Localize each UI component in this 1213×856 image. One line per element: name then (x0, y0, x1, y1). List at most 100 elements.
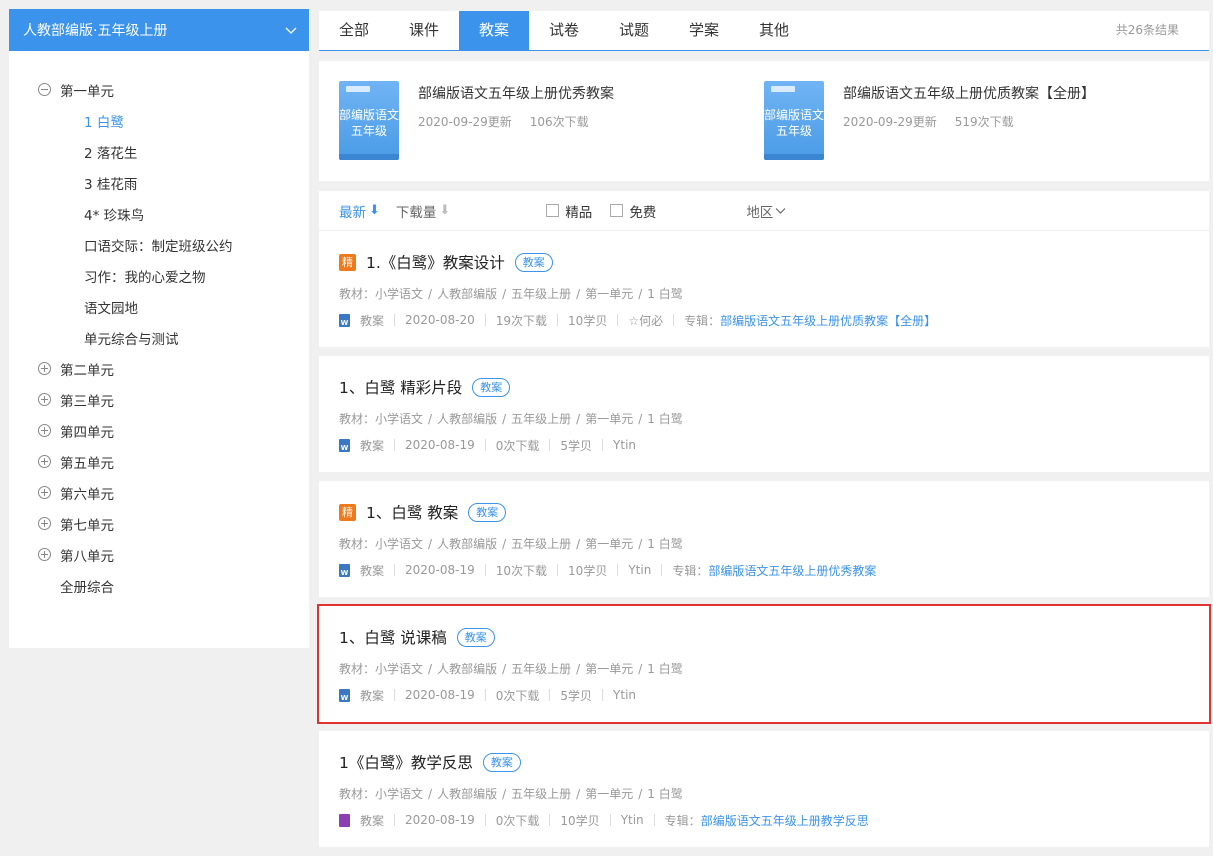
sort-down-icon: ⬇ (369, 203, 380, 218)
featured-albums: 部编版语文五年级 部编版语文五年级上册优秀教案 2020-09-29更新 106次… (319, 61, 1209, 181)
result-title[interactable]: 1、白鹭 精彩片段 (339, 376, 462, 398)
breadcrumb: 教材：小学语文 / 人教部编版 / 五年级上册 / 第一单元/1 白鹭 (339, 537, 683, 551)
tree-unit-2[interactable]: 第二单元 (9, 353, 309, 384)
checkbox-icon[interactable] (610, 204, 624, 217)
tree-unit-1[interactable]: 第一单元 (9, 74, 309, 105)
album-cover-title: 部编版语文五年级 (339, 108, 400, 138)
tree-unit-6[interactable]: 第六单元 (9, 477, 309, 508)
tree-unit-7[interactable]: 第七单元 (9, 508, 309, 539)
filter-bar: 最新 ⬇ 下载量 ⬇ 精品 免费 地区 (319, 191, 1209, 231)
type-tag: 教案 (514, 252, 553, 272)
tree-lesson-writing[interactable]: 习作：我的心爱之物 (9, 260, 309, 291)
tree-unit-3[interactable]: 第三单元 (9, 384, 309, 415)
result-item[interactable]: 1《白鹭》教学反思 教案 教材：小学语文 / 人教部编版 / 五年级上册 / 第一单元/1 … (319, 731, 1209, 847)
featured-album[interactable]: 部编版语文五年级 部编版语文五年级上册优秀教案 2020-09-29更新 106次… (339, 81, 614, 160)
breadcrumb: 教材：小学语文 / 人教部编版 / 五年级上册 / 第一单元/1 白鹭 (339, 662, 683, 676)
tree-unit-label: 第一单元 (60, 83, 114, 100)
word-icon (339, 688, 350, 702)
expand-icon[interactable] (38, 362, 51, 375)
tree-lesson-2[interactable]: 2 落花生 (9, 136, 309, 167)
tree-unit-label: 第四单元 (60, 424, 114, 441)
album-updated: 2020-09-29更新 (843, 115, 937, 129)
type-tag: 教案 (468, 502, 507, 522)
result-meta: 教案 2020-08-19 0次下载 5学贝 Ytin (339, 437, 636, 453)
sort-downloads[interactable]: 下载量 ⬇ (396, 201, 450, 221)
tab-other[interactable]: 其他 (739, 11, 809, 50)
tree-unit-label: 第七单元 (60, 517, 114, 534)
type-tag: 教案 (456, 627, 495, 647)
onenote-icon (339, 813, 350, 827)
expand-icon[interactable] (38, 548, 51, 561)
album-cover-title: 部编版语文五年级 (764, 108, 825, 138)
textbook-selector[interactable]: 人教部编版·五年级上册 (9, 9, 309, 51)
word-icon (339, 563, 350, 577)
result-item[interactable]: 精 1.《白鹭》教案设计 教案 教材：小学语文 / 人教部编版 / 五年级上册 / 第一单元… (319, 231, 1209, 347)
result-meta: 教案 2020-08-19 10次下载 10学贝 Ytin 专辑：部编版语文五年… (339, 562, 876, 578)
result-title[interactable]: 1、白鹭 教案 (366, 501, 458, 523)
album-title[interactable]: 部编版语文五年级上册优质教案【全册】 (843, 83, 1095, 105)
free-checkbox[interactable]: 免费 (610, 201, 656, 221)
expand-icon[interactable] (38, 486, 51, 499)
type-tag: 教案 (472, 377, 511, 397)
result-meta: 教案 2020-08-19 0次下载 10学贝 Ytin 专辑： 部编版语文五年级… (339, 812, 869, 828)
result-meta: 教案 2020-08-20 19次下载 10学贝 ☆何必 专辑：部编版语文五年级… (339, 312, 936, 328)
tree-unit-label: 第六单元 (60, 486, 114, 503)
tree-unit-label: 第二单元 (60, 362, 114, 379)
tree-unit-5[interactable]: 第五单元 (9, 446, 309, 477)
tree-lesson-garden[interactable]: 语文园地 (9, 291, 309, 322)
textbook-selector-label: 人教部编版·五年级上册 (23, 23, 168, 39)
album-link[interactable]: 部编版语文五年级上册优秀教案 (708, 562, 876, 579)
tree-unit-4[interactable]: 第四单元 (9, 415, 309, 446)
result-meta: 教案 2020-08-19 0次下载 5学贝 Ytin (339, 687, 636, 703)
album-link[interactable]: 部编版语文五年级上册教学反思 (701, 812, 869, 829)
expand-icon[interactable] (38, 517, 51, 530)
album-title[interactable]: 部编版语文五年级上册优秀教案 (418, 83, 614, 105)
expand-icon[interactable] (38, 424, 51, 437)
tree-lesson-oral[interactable]: 口语交际：制定班级公约 (9, 229, 309, 260)
album-updated: 2020-09-29更新 (418, 115, 512, 129)
result-title[interactable]: 1.《白鹭》教案设计 (366, 251, 505, 273)
tree-unit-label: 第八单元 (60, 548, 114, 565)
result-item[interactable]: 精 1、白鹭 教案 教案 教材：小学语文 / 人教部编版 / 五年级上册 / 第一单元/1 … (319, 481, 1209, 597)
result-item[interactable]: 1、白鹭 精彩片段 教案 教材：小学语文 / 人教部编版 / 五年级上册 / 第一单元/1 … (319, 356, 1209, 472)
word-icon (339, 313, 350, 327)
tree-lesson-1[interactable]: 1 白鹭 (9, 105, 309, 136)
album-cover[interactable]: 部编版语文五年级 (339, 81, 399, 160)
album-downloads: 106次下载 (529, 115, 589, 129)
premium-badge: 精 (339, 253, 356, 271)
logo-icon (346, 86, 370, 92)
result-title[interactable]: 1《白鹭》教学反思 (339, 751, 473, 773)
album-cover[interactable]: 部编版语文五年级 (764, 81, 824, 160)
region-dropdown[interactable]: 地区 (746, 201, 786, 221)
premium-checkbox[interactable]: 精品 (546, 201, 592, 221)
collapse-icon[interactable] (38, 83, 51, 96)
tree-lesson-3[interactable]: 3 桂花雨 (9, 167, 309, 198)
sort-down-icon: ⬇ (439, 203, 451, 218)
word-icon (339, 438, 350, 452)
tree-unit-8[interactable]: 第八单元 (9, 539, 309, 570)
result-title[interactable]: 1、白鹭 说课稿 (339, 626, 447, 648)
expand-icon[interactable] (38, 393, 51, 406)
tab-exam[interactable]: 试卷 (529, 11, 599, 50)
breadcrumb: 教材：小学语文 / 人教部编版 / 五年级上册 / 第一单元/1 白鹭 (339, 412, 683, 426)
tab-study-plan[interactable]: 学案 (669, 11, 739, 50)
checkbox-icon[interactable] (546, 204, 560, 217)
logo-icon (771, 86, 795, 92)
tree-unit-all[interactable]: 全册综合 (9, 570, 309, 601)
breadcrumb: 教材：小学语文 / 人教部编版 / 五年级上册 / 第一单元/1 白鹭 (339, 287, 683, 301)
tree-lesson-test[interactable]: 单元综合与测试 (9, 322, 309, 353)
album-link[interactable]: 部编版语文五年级上册优质教案【全册】 (720, 312, 936, 329)
sort-latest[interactable]: 最新 ⬇ (339, 201, 380, 221)
tab-all[interactable]: 全部 (319, 11, 389, 50)
breadcrumb: 教材：小学语文 / 人教部编版 / 五年级上册 / 第一单元/1 白鹭 (339, 787, 683, 801)
tab-lesson-plan[interactable]: 教案 (459, 11, 529, 50)
tab-questions[interactable]: 试题 (599, 11, 669, 50)
result-item-selected[interactable]: 1、白鹭 说课稿 教案 教材：小学语文 / 人教部编版 / 五年级上册 / 第一单元/1 白… (317, 604, 1211, 724)
resource-type-tabs: 全部 课件 教案 试卷 试题 学案 其他 共26条结果 (319, 11, 1209, 51)
tree-lesson-4[interactable]: 4* 珍珠鸟 (9, 198, 309, 229)
tab-courseware[interactable]: 课件 (389, 11, 459, 50)
featured-album[interactable]: 部编版语文五年级 部编版语文五年级上册优质教案【全册】 2020-09-29更新… (764, 81, 1095, 160)
expand-icon[interactable] (38, 455, 51, 468)
tree-unit-label: 第五单元 (60, 455, 114, 472)
result-count: 共26条结果 (1115, 23, 1179, 37)
